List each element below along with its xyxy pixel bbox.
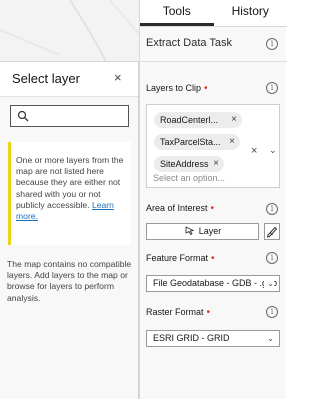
info-icon[interactable]: i <box>266 38 278 50</box>
chip-layer[interactable]: TaxParcelSta... × <box>154 134 240 150</box>
area-of-interest-label-text: Area of Interest <box>146 203 208 213</box>
feature-format-label: Feature Format • <box>146 253 215 264</box>
divider <box>140 61 287 62</box>
info-icon[interactable]: i <box>266 306 278 318</box>
task-panel: Tools History Extract Data Task i Layers… <box>139 0 287 399</box>
required-indicator: • <box>211 253 215 264</box>
task-title: Extract Data Task <box>146 37 232 49</box>
chip-label: RoadCenterl... <box>160 115 219 125</box>
layer-select-icon <box>185 226 194 235</box>
raster-format-label-text: Raster Format <box>146 307 204 317</box>
required-indicator: • <box>204 83 208 94</box>
chip-layer[interactable]: RoadCenterl... × <box>154 112 242 128</box>
tabs-divider <box>140 26 287 27</box>
draw-pen-icon <box>266 226 278 238</box>
combobox-placeholder: Select an option... <box>153 173 226 183</box>
tab-history[interactable]: History <box>214 0 288 27</box>
feature-format-value: File Geodatabase - GDB - .gdb <box>153 278 278 288</box>
raster-format-label: Raster Format • <box>146 307 210 318</box>
chip-layer[interactable]: SiteAddress × <box>154 156 224 172</box>
close-icon[interactable]: × <box>213 156 219 172</box>
tab-tools[interactable]: Tools <box>140 0 214 27</box>
select-layer-flyout: Select layer × One or more layers from t… <box>0 61 139 399</box>
feature-format-label-text: Feature Format <box>146 253 209 263</box>
area-of-interest-label: Area of Interest • <box>146 203 214 214</box>
close-icon[interactable]: × <box>251 145 257 157</box>
chip-label: TaxParcelSta... <box>160 137 221 147</box>
chevron-down-icon[interactable]: ⌄ <box>269 145 277 156</box>
close-icon[interactable]: × <box>114 70 122 85</box>
required-indicator: • <box>210 203 215 214</box>
select-layer-button[interactable]: Layer <box>146 223 259 240</box>
panel-tabs: Tools History <box>140 0 287 27</box>
info-icon[interactable]: i <box>266 252 278 264</box>
access-notice-text: One or more layers from the map are not … <box>16 155 130 222</box>
required-indicator: • <box>206 307 211 318</box>
no-compatible-layers-message: The map contains no compatible layers. A… <box>7 259 132 303</box>
close-icon[interactable]: × <box>229 134 235 150</box>
raster-format-value: ESRI GRID - GRID <box>153 333 230 343</box>
feature-format-select[interactable]: File Geodatabase - GDB - .gdb ⌄ <box>146 275 280 292</box>
close-icon[interactable]: × <box>231 112 237 128</box>
search-icon <box>17 110 29 122</box>
access-notice: One or more layers from the map are not … <box>8 142 131 245</box>
chevron-down-icon: ⌄ <box>264 331 274 346</box>
chip-label: SiteAddress <box>160 159 209 169</box>
select-layer-button-label: Layer <box>198 226 222 236</box>
info-icon[interactable]: i <box>266 203 278 215</box>
info-icon[interactable]: i <box>266 82 278 94</box>
flyout-header: Select layer × <box>0 62 138 97</box>
layers-to-clip-label-text: Layers to Clip <box>146 83 202 93</box>
flyout-title: Select layer <box>12 71 80 86</box>
draw-area-button[interactable] <box>264 223 280 240</box>
layer-search-field[interactable] <box>10 105 129 127</box>
chevron-down-icon: ⌄ <box>264 276 274 291</box>
raster-format-select[interactable]: ESRI GRID - GRID ⌄ <box>146 330 280 347</box>
layers-to-clip-label: Layers to Clip • <box>146 83 208 94</box>
layer-search-input[interactable] <box>31 108 129 126</box>
layers-to-clip-combobox[interactable]: RoadCenterl... × TaxParcelSta... × SiteA… <box>146 104 280 188</box>
